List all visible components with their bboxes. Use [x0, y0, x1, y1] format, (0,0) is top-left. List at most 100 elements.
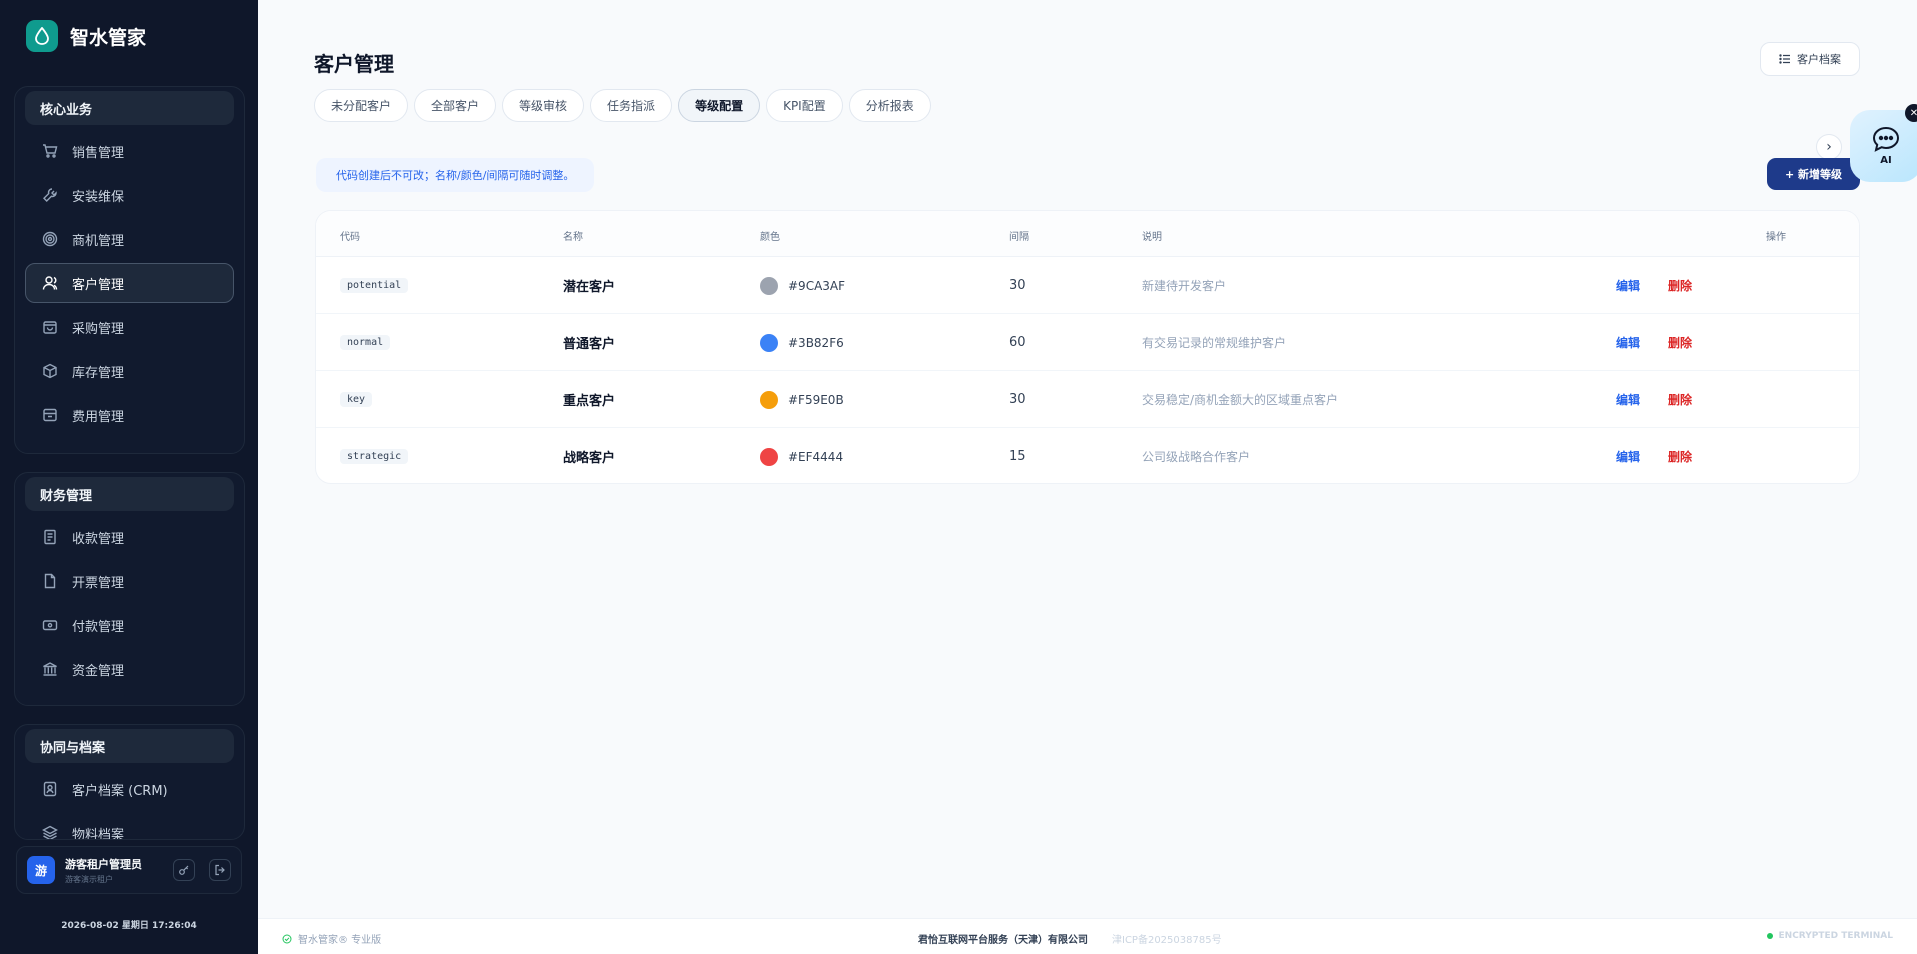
sidebar-item-label: 开票管理	[72, 575, 125, 591]
footer-status: ENCRYPTED TERMINAL	[1766, 931, 1893, 941]
sidebar-item-customer[interactable]: 客户管理	[25, 263, 234, 303]
cart-icon	[42, 143, 58, 159]
sidebar-item-label: 资金管理	[72, 663, 125, 679]
expand-button[interactable]: ›	[1816, 134, 1842, 160]
brand[interactable]: 智水管家	[26, 20, 146, 52]
level-desc: 有交易记录的常规维护客户	[1142, 336, 1287, 350]
user-subtitle: 游客演示租户	[65, 874, 113, 884]
level-code: potential	[340, 278, 409, 293]
level-code: normal	[340, 335, 391, 350]
sidebar-item-receipts[interactable]: 收款管理	[25, 517, 234, 557]
logout-button[interactable]	[209, 859, 231, 881]
payment-icon	[42, 617, 58, 633]
clock: 2026-08-02 星期日 17:26:04	[61, 921, 197, 931]
footer-product: 智水管家® 专业版	[282, 931, 381, 946]
col-code: 代码	[340, 232, 360, 243]
sidebar: 智水管家 核心业务 销售管理 安装维保 商机管理 客户管理 采购管理 库存管理	[0, 0, 258, 954]
info-notice: 代码创建后不可改；名称/颜色/间隔可随时调整。	[316, 158, 595, 192]
sidebar-item-crm[interactable]: 客户档案 (CRM)	[25, 769, 234, 809]
logout-icon	[215, 864, 225, 876]
table-row: strategic 战略客户 #EF4444 15 公司级战略合作客户 编辑 删…	[316, 428, 1859, 483]
sidebar-item-inventory[interactable]: 库存管理	[25, 351, 234, 391]
sidebar-item-purchase[interactable]: 采购管理	[25, 307, 234, 347]
nav-group-title: 核心业务	[25, 91, 234, 125]
sidebar-item-label: 收款管理	[72, 531, 125, 547]
sidebar-item-label: 安装维保	[72, 189, 125, 205]
level-interval: 30	[1009, 392, 1026, 407]
layers-icon	[42, 825, 58, 839]
user-icon	[42, 275, 58, 291]
sidebar-item-install[interactable]: 安装维保	[25, 175, 234, 215]
color-swatch	[760, 390, 778, 409]
edit-button[interactable]: 编辑	[1616, 277, 1640, 294]
ai-assistant-button[interactable]: AI	[1850, 110, 1917, 182]
delete-button[interactable]: 删除	[1668, 334, 1692, 351]
footer-status-label: ENCRYPTED TERMINAL	[1778, 931, 1893, 941]
bank-icon	[42, 661, 58, 677]
file-icon	[42, 573, 58, 589]
delete-button[interactable]: 删除	[1668, 277, 1692, 294]
sidebar-item-label: 库存管理	[72, 365, 125, 381]
close-icon: ✕	[1909, 107, 1917, 119]
col-actions: 操作	[1766, 232, 1786, 243]
sidebar-item-label: 费用管理	[72, 409, 125, 425]
level-name: 重点客户	[563, 394, 616, 409]
edit-button[interactable]: 编辑	[1616, 448, 1640, 465]
sidebar-item-label: 客户管理	[72, 277, 125, 293]
tab-level-config[interactable]: 等级配置	[678, 89, 761, 122]
water-drop-icon	[26, 20, 58, 52]
tab-unassigned[interactable]: 未分配客户	[314, 89, 409, 122]
tab-level-review[interactable]: 等级审核	[502, 89, 585, 122]
delete-button[interactable]: 删除	[1668, 391, 1692, 408]
sidebar-item-label: 采购管理	[72, 321, 125, 337]
table-row: key 重点客户 #F59E0B 30 交易稳定/商机金额大的区域重点客户 编辑…	[316, 371, 1859, 428]
tab-task-assign[interactable]: 任务指派	[590, 89, 673, 122]
level-desc: 交易稳定/商机金额大的区域重点客户	[1142, 393, 1339, 407]
level-interval: 15	[1009, 449, 1026, 464]
footer-icp-link[interactable]: 津ICP备2025038785号	[1112, 931, 1222, 946]
chat-bubble-icon	[1872, 126, 1900, 152]
sidebar-item-material[interactable]: 物料档案	[25, 813, 234, 839]
contact-card-icon	[42, 781, 58, 797]
sidebar-item-funds[interactable]: 资金管理	[25, 649, 234, 689]
nav-group-core: 核心业务 销售管理 安装维保 商机管理 客户管理 采购管理 库存管理 费用管理	[14, 86, 245, 454]
footer-product-label: 智水管家® 专业版	[298, 935, 382, 946]
user-card[interactable]: 游 游客租户管理员 游客演示租户	[16, 846, 242, 894]
color-swatch	[760, 276, 778, 295]
sidebar-item-label: 付款管理	[72, 619, 125, 635]
delete-button[interactable]: 删除	[1668, 448, 1692, 465]
brand-name: 智水管家	[70, 26, 147, 49]
user-meta: 游客租户管理员 游客演示租户	[65, 856, 159, 885]
avatar: 游	[27, 856, 55, 884]
color-hex: #9CA3AF	[788, 278, 846, 293]
key-button[interactable]	[173, 859, 195, 881]
user-name: 游客租户管理员	[65, 857, 142, 871]
tab-kpi-config[interactable]: KPI配置	[766, 89, 843, 122]
color-hex: #EF4444	[788, 449, 844, 464]
main-content: 客户管理 客户档案 未分配客户 全部客户 等级审核 任务指派 等级配置 KPI配…	[258, 0, 1917, 954]
customer-archive-label: 客户档案	[1797, 53, 1841, 66]
ai-label: AI	[1880, 155, 1892, 166]
col-interval: 间隔	[1009, 232, 1029, 243]
color-swatch	[760, 333, 778, 352]
sidebar-item-opportunity[interactable]: 商机管理	[25, 219, 234, 259]
level-desc: 公司级战略合作客户	[1142, 450, 1251, 464]
sidebar-item-invoice[interactable]: 开票管理	[25, 561, 234, 601]
tab-analysis-report[interactable]: 分析报表	[848, 89, 931, 122]
add-level-button[interactable]: + 新增等级	[1767, 158, 1860, 190]
sidebar-item-expense[interactable]: 费用管理	[25, 395, 234, 435]
tab-all-customers[interactable]: 全部客户	[414, 89, 497, 122]
sidebar-item-sales[interactable]: 销售管理	[25, 131, 234, 171]
customer-archive-button[interactable]: 客户档案	[1760, 42, 1860, 76]
sidebar-item-label: 销售管理	[72, 145, 125, 161]
level-name: 战略客户	[563, 451, 616, 466]
shield-check-icon	[282, 934, 292, 943]
box-icon	[42, 363, 58, 379]
edit-button[interactable]: 编辑	[1616, 334, 1640, 351]
edit-button[interactable]: 编辑	[1616, 391, 1640, 408]
ai-close-button[interactable]: ✕	[1905, 104, 1917, 122]
list-icon	[1779, 54, 1790, 64]
sidebar-item-payment[interactable]: 付款管理	[25, 605, 234, 645]
table-header: 代码 名称 颜色 间隔 说明 操作	[316, 211, 1859, 257]
level-name: 潜在客户	[563, 280, 616, 295]
